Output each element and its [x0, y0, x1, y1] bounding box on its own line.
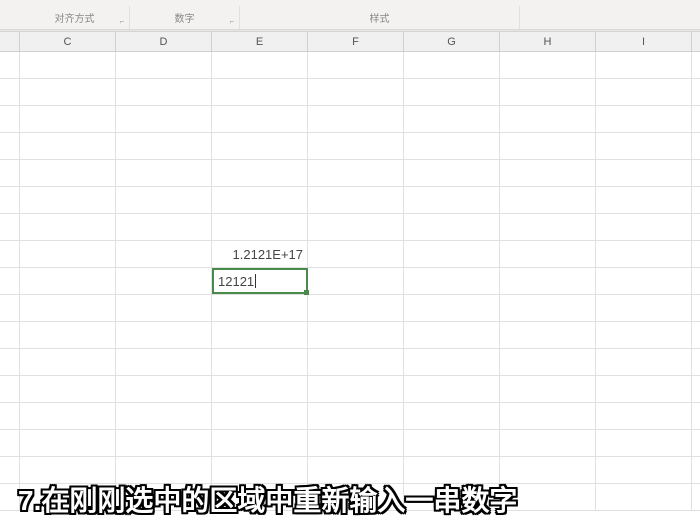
col-header-D[interactable]: D — [116, 32, 212, 51]
column-headers: C D E F G H I — [0, 32, 700, 52]
select-all-corner[interactable] — [0, 32, 20, 51]
col-header-H[interactable]: H — [500, 32, 596, 51]
col-header-C[interactable]: C — [20, 32, 116, 51]
text-cursor-icon — [255, 274, 256, 288]
ribbon-group-number: 数字 ⌐ — [130, 6, 240, 29]
ribbon-label: 对齐方式 — [55, 10, 95, 25]
ribbon-label: 样式 — [370, 10, 390, 25]
ribbon: 对齐方式 ⌐ 数字 ⌐ 样式 — [0, 0, 700, 30]
cell-E9[interactable]: 1.2121E+17 — [212, 241, 308, 267]
ribbon-group-alignment: 对齐方式 ⌐ — [20, 6, 130, 29]
spreadsheet-grid[interactable]: 1.2121E+17 12121 — [0, 52, 700, 511]
dialog-launcher-icon[interactable]: ⌐ — [117, 17, 127, 27]
dialog-launcher-icon[interactable]: ⌐ — [227, 17, 237, 27]
ribbon-group-styles: 样式 — [240, 6, 520, 29]
cell-E10-editing[interactable]: 12121 — [212, 268, 308, 294]
ribbon-label: 数字 — [175, 10, 195, 25]
col-header-I[interactable]: I — [596, 32, 692, 51]
col-header-E[interactable]: E — [212, 32, 308, 51]
cell-edit-value: 12121 — [218, 274, 254, 289]
col-header-F[interactable]: F — [308, 32, 404, 51]
col-header-G[interactable]: G — [404, 32, 500, 51]
